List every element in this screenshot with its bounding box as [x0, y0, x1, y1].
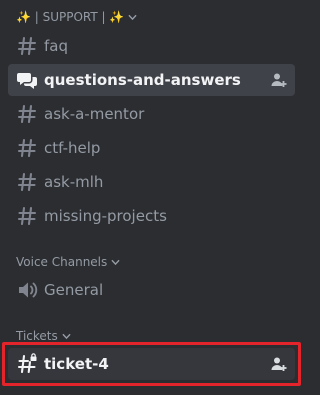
channel-label: faq [44, 37, 68, 55]
hash-icon [16, 35, 38, 57]
channel-label: ask-a-mentor [44, 105, 145, 123]
channel-label: General [44, 281, 104, 299]
channel-ask-mlh[interactable]: ask-mlh [8, 166, 295, 198]
channel-label: missing-projects [44, 207, 167, 225]
highlight-box [2, 342, 301, 386]
chevron-down-icon [111, 259, 120, 265]
hash-icon [16, 137, 38, 159]
channel-ask-a-mentor[interactable]: ask-a-mentor [8, 98, 295, 130]
hash-icon [16, 205, 38, 227]
channel-label: ctf-help [44, 139, 101, 157]
chevron-down-icon [128, 14, 137, 20]
hash-icon [16, 103, 38, 125]
speaker-icon [16, 279, 38, 301]
voice-channel-general[interactable]: General [8, 274, 295, 306]
hash-icon [16, 171, 38, 193]
category-voice-label: Voice Channels [16, 255, 108, 269]
channel-faq[interactable]: faq [8, 30, 295, 62]
category-support-label: ✨ | SUPPORT | ✨ [16, 10, 125, 24]
channel-questions-and-answers[interactable]: questions-and-answers [8, 64, 295, 96]
channel-missing-projects[interactable]: missing-projects [8, 200, 295, 232]
channel-label: questions-and-answers [44, 71, 241, 89]
add-member-icon[interactable] [271, 72, 287, 88]
channel-sidebar: ✨ | SUPPORT | ✨ faq questions-and-answer… [0, 0, 303, 395]
forum-icon [16, 69, 38, 91]
channel-label: ask-mlh [44, 173, 104, 191]
chevron-down-icon [62, 333, 71, 339]
category-support[interactable]: ✨ | SUPPORT | ✨ [16, 9, 137, 25]
channel-ctf-help[interactable]: ctf-help [8, 132, 295, 164]
category-voice-channels[interactable]: Voice Channels [16, 254, 120, 270]
